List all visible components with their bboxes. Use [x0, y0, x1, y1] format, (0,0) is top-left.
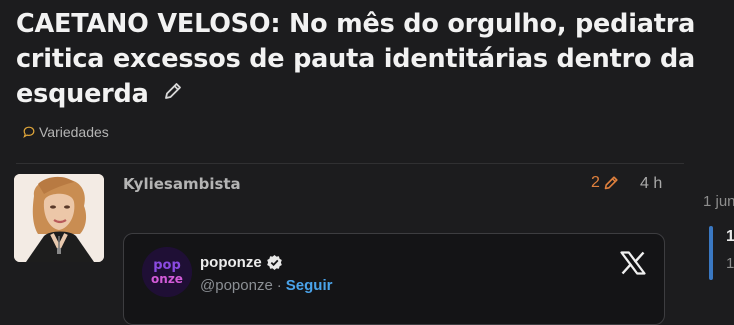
category-label: Variedades: [39, 124, 109, 140]
embedded-tweet-card[interactable]: pop onze poponze @poponze · Seguir: [123, 233, 665, 325]
user-avatar[interactable]: [14, 174, 104, 262]
handle-separator: ·: [276, 277, 282, 294]
tweet-author-avatar[interactable]: pop onze: [142, 247, 192, 297]
svg-text:onze: onze: [151, 272, 183, 286]
topic-title: CAETANO VELOSO: No mês do orgulho, pedia…: [16, 7, 721, 112]
speech-bubble-icon: [23, 126, 35, 138]
post-divider: [16, 163, 684, 164]
verified-badge-icon: [266, 255, 282, 270]
tweet-author-name-text: poponze: [200, 254, 262, 271]
timeline-current: 1: [726, 228, 734, 245]
timeline-date[interactable]: 1 jun: [703, 193, 734, 210]
edit-title-pencil-icon[interactable]: [163, 76, 183, 111]
timeline-scroll-handle[interactable]: [709, 226, 713, 280]
handle-text[interactable]: @poponze: [200, 277, 273, 294]
edit-count: 2: [591, 174, 600, 191]
post-username[interactable]: Kyliesambista: [123, 175, 241, 193]
follow-link[interactable]: Seguir: [286, 277, 333, 294]
edit-history-indicator[interactable]: 2: [591, 174, 619, 192]
pencil-icon: [604, 176, 618, 190]
tweet-author-name[interactable]: poponze: [200, 254, 283, 271]
x-logo-icon[interactable]: [620, 251, 646, 275]
svg-text:pop: pop: [153, 258, 181, 273]
post-time[interactable]: 4 h: [640, 175, 662, 193]
category-badge[interactable]: Variedades: [23, 124, 109, 140]
timeline-total: 1: [726, 255, 734, 272]
tweet-author-handle: @poponze · Seguir: [200, 277, 332, 294]
topic-title-text: CAETANO VELOSO: No mês do orgulho, pedia…: [16, 9, 696, 109]
